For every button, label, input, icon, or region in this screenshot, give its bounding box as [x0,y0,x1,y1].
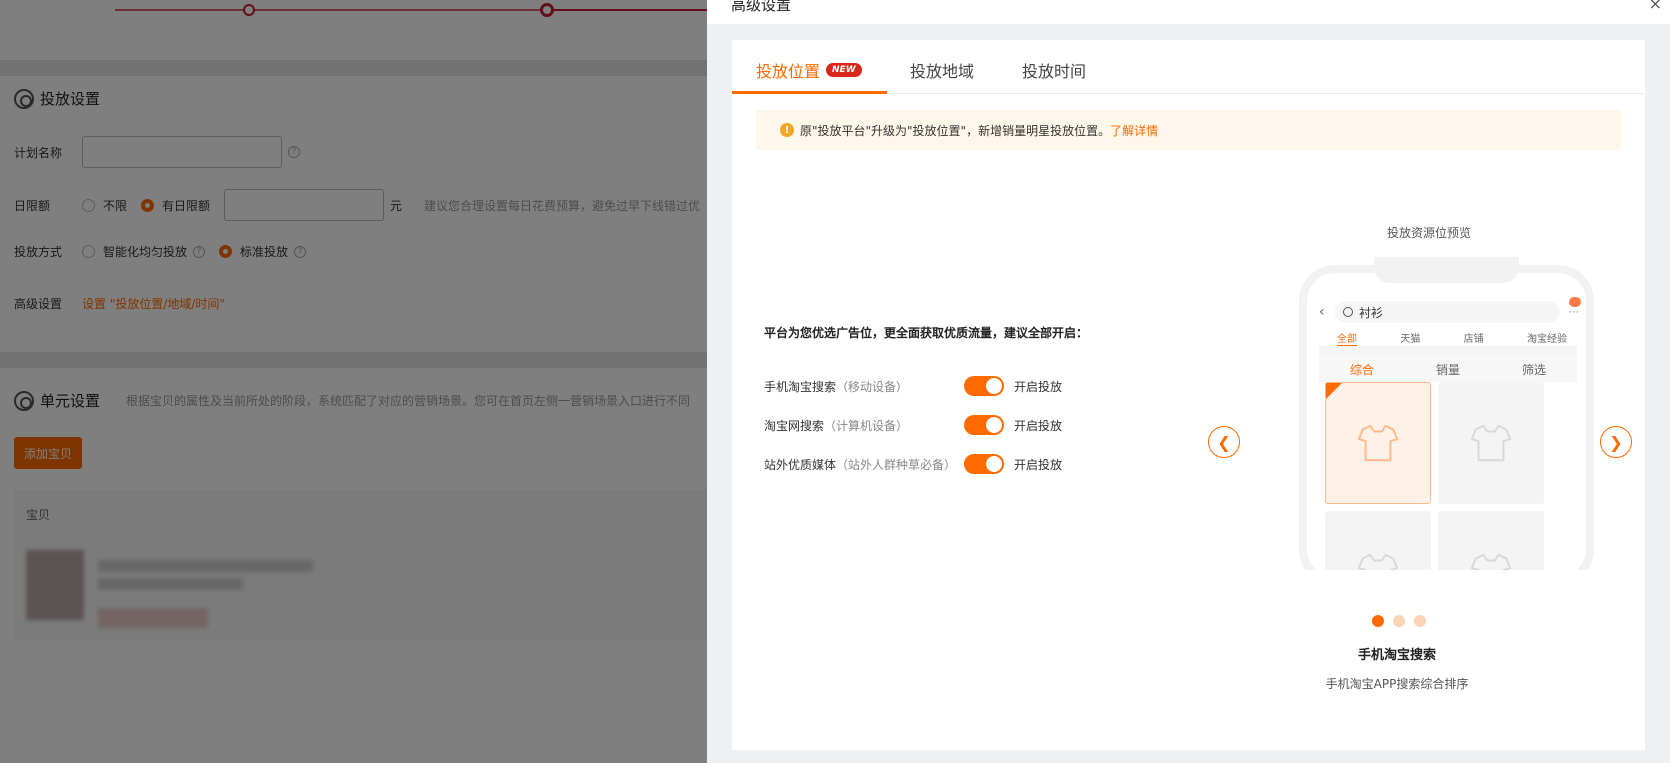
close-icon[interactable]: × [1649,0,1662,13]
preview-placement-desc: 手机淘宝APP搜索综合排序 [1325,677,1469,691]
warning-icon: ! [780,123,794,137]
placement-title: 站外优质媒体 [764,457,837,472]
notice-text: 原"投放平台"升级为"投放位置"，新增销量明星投放位置。 [800,123,1111,138]
placement-device: （移动设备） [836,379,909,394]
shirt-icon [1470,424,1512,462]
tab-bar: 投放位置 NEW 投放地域 投放时间 [732,40,1645,94]
product-tile [1438,382,1544,504]
carousel-dots [1372,615,1426,627]
tab-time[interactable]: 投放时间 [1022,58,1086,82]
search-text: 衬衫 [1359,305,1384,320]
carousel-dot-active[interactable] [1372,615,1384,627]
placement-toggle[interactable] [964,376,1004,396]
new-badge: NEW [826,63,862,77]
more-icon: ⋯ [1559,296,1581,318]
corner-badge [1326,383,1342,399]
upgrade-notice: ! 原"投放平台"升级为"投放位置"，新增销量明星投放位置。 了解详情 [756,110,1621,150]
carousel-dot[interactable] [1393,615,1405,627]
toggle-label: 开启投放 [1014,379,1063,394]
tab-placement[interactable]: 投放位置 NEW [756,58,862,82]
tab-label: 投放时间 [1022,62,1087,81]
category-tab: 淘宝经验 [1526,334,1567,345]
placement-device: （计算机设备） [824,418,909,433]
drawer-title: 高级设置 [731,0,792,14]
placement-device: （站外人群种草必备） [836,457,957,472]
product-tile [1438,511,1544,570]
placement-toggle[interactable] [964,454,1004,474]
phone-category-tabs: 全部 天猫 店铺 淘宝经验 [1337,330,1567,346]
category-tab: 天猫 [1400,334,1421,345]
chevron-right-icon[interactable]: ❯ [1600,426,1632,458]
phone-band [1319,346,1577,356]
active-tab-indicator [732,91,887,94]
product-tile-highlight [1325,382,1431,504]
placement-row: 淘宝网搜索（计算机设备） 开启投放 [764,415,1062,435]
placement-name: 淘宝网搜索（计算机设备） [764,417,964,434]
sort-option: 销量 [1435,362,1460,377]
shirt-icon [1357,424,1399,462]
placement-row: 手机淘宝搜索（移动设备） 开启投放 [764,376,1062,396]
search-icon [1343,307,1353,317]
placement-name: 站外优质媒体（站外人群种草必备） [764,456,964,473]
drawer-header: 高级设置 × [707,0,1670,24]
shirt-icon [1357,553,1399,570]
placement-intro: 平台为您优选广告位，更全面获取优质流量，建议全部开启： [764,326,1089,340]
tab-region[interactable]: 投放地域 [910,58,974,82]
product-tile [1325,511,1431,570]
toggle-label: 开启投放 [1014,418,1063,433]
learn-more-link[interactable]: 了解详情 [1110,122,1158,139]
placement-title: 手机淘宝搜索 [764,379,837,394]
phone-search-bar: ‹ 衬衫 ⋯ [1319,296,1581,323]
advanced-settings-drawer: 高级设置 × 投放位置 NEW 投放地域 投放时间 ! 原"投放平台"升级为"投… [707,0,1670,763]
preview-placement-name: 手机淘宝搜索 [1357,648,1436,663]
back-icon: ‹ [1319,304,1325,320]
placement-toggle[interactable] [964,415,1004,435]
placement-name: 手机淘宝搜索（移动设备） [764,378,964,395]
category-tab: 全部 [1337,330,1357,346]
drawer-panel: 投放位置 NEW 投放地域 投放时间 ! 原"投放平台"升级为"投放位置"，新增… [732,40,1645,750]
placement-title: 淘宝网搜索 [764,418,825,433]
sort-option: 综合 [1349,362,1374,377]
more-badge [1569,296,1581,307]
sort-option: 筛选 [1521,362,1546,377]
carousel-dot[interactable] [1414,615,1426,627]
placement-row: 站外优质媒体（站外人群种草必备） 开启投放 [764,454,1062,474]
tab-label: 投放地域 [910,62,975,81]
phone-preview: ‹ 衬衫 ⋯ 全部 天猫 店铺 淘宝经验 综合 销量 筛选 [1299,225,1594,570]
phone-notch [1374,257,1519,283]
phone-sort-bar: 综合 销量 筛选 [1319,356,1577,382]
chevron-left-icon[interactable]: ❮ [1208,426,1240,458]
category-tab: 店铺 [1463,334,1484,345]
tab-label: 投放位置 [756,62,821,81]
modal-overlay[interactable] [0,0,707,763]
shirt-icon [1470,553,1512,570]
background-page: 投放设置 计划名称 ? 日限额 不限 有日限额 元 建议您合理设置每日花费预算，… [0,0,707,763]
phone-search-field: 衬衫 [1335,301,1559,323]
toggle-label: 开启投放 [1014,457,1063,472]
